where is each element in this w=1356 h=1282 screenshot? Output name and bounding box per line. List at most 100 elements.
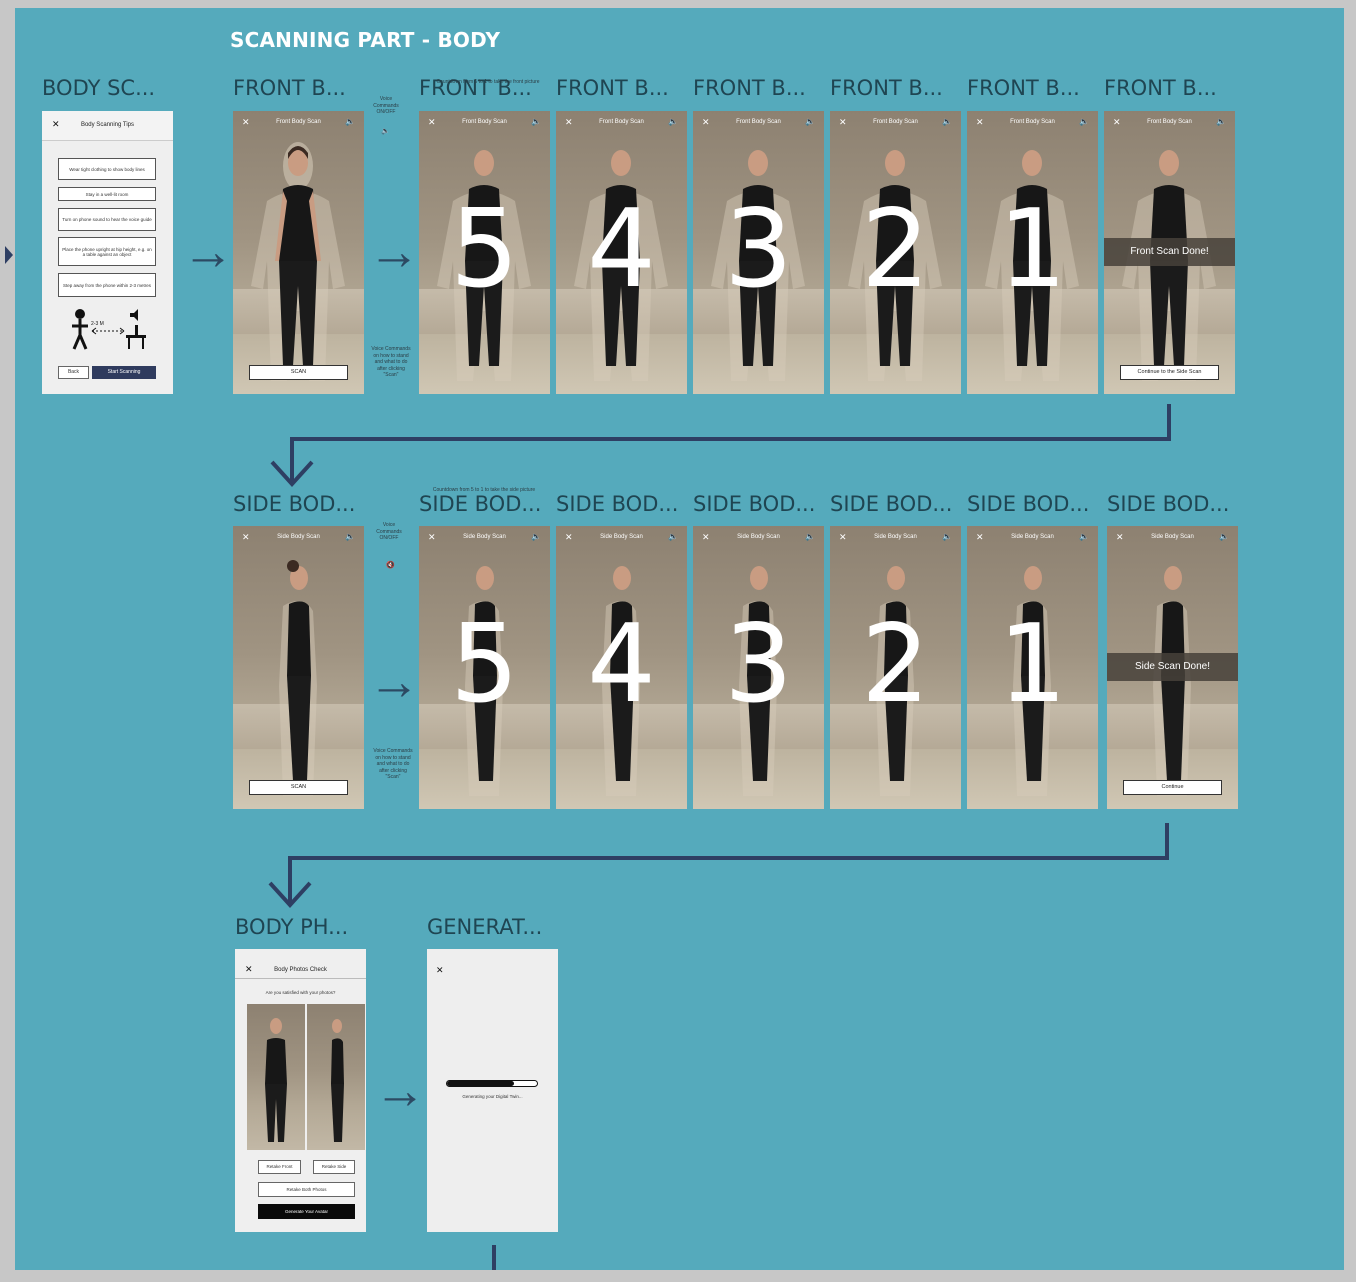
frame-label-check: BODY PH...: [235, 915, 349, 939]
close-icon[interactable]: ✕: [428, 526, 436, 548]
speaker-icon[interactable]: 🔈: [668, 111, 678, 133]
frame-label-front-3: FRONT B...: [556, 76, 669, 100]
scan-header: ✕ Front Body Scan 🔈: [830, 111, 961, 133]
close-icon[interactable]: ✕: [976, 111, 984, 133]
speaker-icon[interactable]: 🔈: [345, 111, 355, 133]
scan-title: Side Body Scan: [463, 534, 506, 540]
speaker-icon[interactable]: 🔈: [1219, 526, 1229, 548]
start-scanning-button[interactable]: Start Scanning: [92, 366, 156, 379]
close-icon[interactable]: ✕: [839, 111, 847, 133]
scan-header: ✕ Side Body Scan 🔈: [233, 526, 364, 548]
check-title: Body Photos Check: [274, 967, 327, 973]
scan-title: Front Body Scan: [1010, 119, 1055, 125]
flow-connector: [492, 1245, 496, 1270]
note-voice-toggle: Voice Commands ON/OFF: [376, 522, 402, 541]
scan-title: Front Body Scan: [462, 119, 507, 125]
speaker-icon[interactable]: 🔈: [942, 526, 952, 548]
close-icon[interactable]: ✕: [428, 111, 436, 133]
close-icon[interactable]: ✕: [565, 526, 573, 548]
speaker-icon[interactable]: 🔈: [531, 111, 541, 133]
close-icon[interactable]: ✕: [1113, 111, 1121, 133]
progress-bar: [446, 1080, 538, 1087]
front-countdown-screen: ✕ Front Body Scan 🔈 2: [830, 111, 961, 394]
tip-item: Turn on phone sound to hear the voice gu…: [58, 208, 156, 231]
scan-header: ✕ Side Body Scan 🔈: [693, 526, 824, 548]
scan-title: Front Body Scan: [599, 119, 644, 125]
retake-front-button[interactable]: Retake Front: [258, 1160, 301, 1174]
arrow-right-icon: →: [368, 223, 420, 281]
front-countdown-screen: ✕ Front Body Scan 🔈 3: [693, 111, 824, 394]
speaker-icon[interactable]: 🔈: [1079, 526, 1089, 548]
close-icon[interactable]: ✕: [436, 965, 444, 976]
design-canvas: SCANNING PART - BODY BODY SC... FRONT B.…: [5, 8, 1344, 1270]
speaker-icon[interactable]: 🔈: [805, 526, 815, 548]
scan-header: ✕ Side Body Scan 🔈: [967, 526, 1098, 548]
close-icon[interactable]: ✕: [242, 526, 250, 548]
close-icon[interactable]: ✕: [242, 111, 250, 133]
close-icon[interactable]: ✕: [565, 111, 573, 133]
side-photo-thumbnail: [307, 1004, 365, 1150]
generate-avatar-button[interactable]: Generate Your Avatar: [258, 1204, 355, 1219]
scan-title: Side Body Scan: [600, 534, 643, 540]
front-countdown-screen: ✕ Front Body Scan 🔈 1: [967, 111, 1098, 394]
retake-both-button[interactable]: Retake Both Photos: [258, 1182, 355, 1197]
note-countdown: Countdown from 5 to 1 to take the front …: [436, 79, 540, 85]
countdown-digit: 1: [998, 187, 1067, 312]
tips-screen: ✕ Body Scanning Tips Wear tight clothing…: [42, 111, 173, 394]
frame-label-front-5: FRONT B...: [830, 76, 943, 100]
scan-header: ✕ Side Body Scan 🔈: [830, 526, 961, 548]
scan-header: ✕ Side Body Scan 🔈: [419, 526, 550, 548]
check-header: ✕ Body Photos Check: [235, 949, 366, 979]
check-question: Are you satisfied with your photos?: [265, 990, 336, 995]
scan-header: ✕ Side Body Scan 🔈: [1107, 526, 1238, 548]
close-icon[interactable]: ✕: [976, 526, 984, 548]
side-done-screen: ✕ Side Body Scan 🔈 Side Scan Done! Conti…: [1107, 526, 1238, 809]
scan-title: Front Body Scan: [873, 119, 918, 125]
frame-label-side-6: SIDE BOD...: [967, 492, 1090, 516]
speaker-icon[interactable]: 🔈: [805, 111, 815, 133]
side-countdown-screen: ✕ Side Body Scan 🔈 4: [556, 526, 687, 809]
close-icon[interactable]: ✕: [839, 526, 847, 548]
close-icon[interactable]: ✕: [702, 111, 710, 133]
continue-side-scan-button[interactable]: Continue to the Side Scan: [1120, 365, 1219, 380]
scan-header: ✕ Front Body Scan 🔈: [233, 111, 364, 133]
scan-header: ✕ Front Body Scan 🔈: [419, 111, 550, 133]
speaker-icon: 🔈: [381, 128, 390, 135]
speaker-icon[interactable]: 🔈: [531, 526, 541, 548]
section-title: SCANNING PART - BODY: [230, 28, 501, 52]
speaker-icon[interactable]: 🔈: [1216, 111, 1226, 133]
scan-button[interactable]: SCAN: [249, 365, 348, 380]
side-countdown-screen: ✕ Side Body Scan 🔈 1: [967, 526, 1098, 809]
speaker-icon[interactable]: 🔈: [942, 111, 952, 133]
countdown-digit: 4: [587, 602, 656, 727]
scan-title: Front Body Scan: [1147, 119, 1192, 125]
speaker-icon[interactable]: 🔈: [345, 526, 355, 548]
scan-title: Side Body Scan: [1151, 534, 1194, 540]
frame-label-side-3: SIDE BOD...: [556, 492, 679, 516]
scan-header: ✕ Front Body Scan 🔈: [967, 111, 1098, 133]
tip-item: Stay in a well-lit room: [58, 187, 156, 201]
front-scan-screen: ✕ Front Body Scan 🔈 SCAN: [233, 111, 364, 394]
back-button[interactable]: Back: [58, 366, 89, 379]
speaker-icon[interactable]: 🔈: [668, 526, 678, 548]
scan-title: Front Body Scan: [276, 119, 321, 125]
close-icon[interactable]: ✕: [702, 526, 710, 548]
close-icon[interactable]: ✕: [1116, 526, 1124, 548]
front-photo-thumbnail: [247, 1004, 305, 1150]
countdown-digit: 2: [861, 602, 930, 727]
scan-header: ✕ Front Body Scan 🔈: [1104, 111, 1235, 133]
countdown-digit: 3: [724, 602, 793, 727]
tip-item: Place the phone upright at hip height, e…: [58, 237, 156, 266]
speaker-icon[interactable]: 🔈: [1079, 111, 1089, 133]
countdown-digit: 2: [861, 187, 930, 312]
tips-header: ✕ Body Scanning Tips: [42, 111, 173, 141]
flow-connector: [288, 856, 1169, 860]
continue-button[interactable]: Continue: [1123, 780, 1222, 795]
side-done-banner: Side Scan Done!: [1107, 653, 1238, 681]
tip-item: Step away from the phone within 2-3 metr…: [58, 273, 156, 297]
frame-label-generate: GENERAT...: [427, 915, 543, 939]
arrow-down-icon: [270, 460, 314, 487]
tips-title: Body Scanning Tips: [80, 122, 135, 128]
scan-button[interactable]: SCAN: [249, 780, 348, 795]
retake-side-button[interactable]: Retake Side: [313, 1160, 355, 1174]
